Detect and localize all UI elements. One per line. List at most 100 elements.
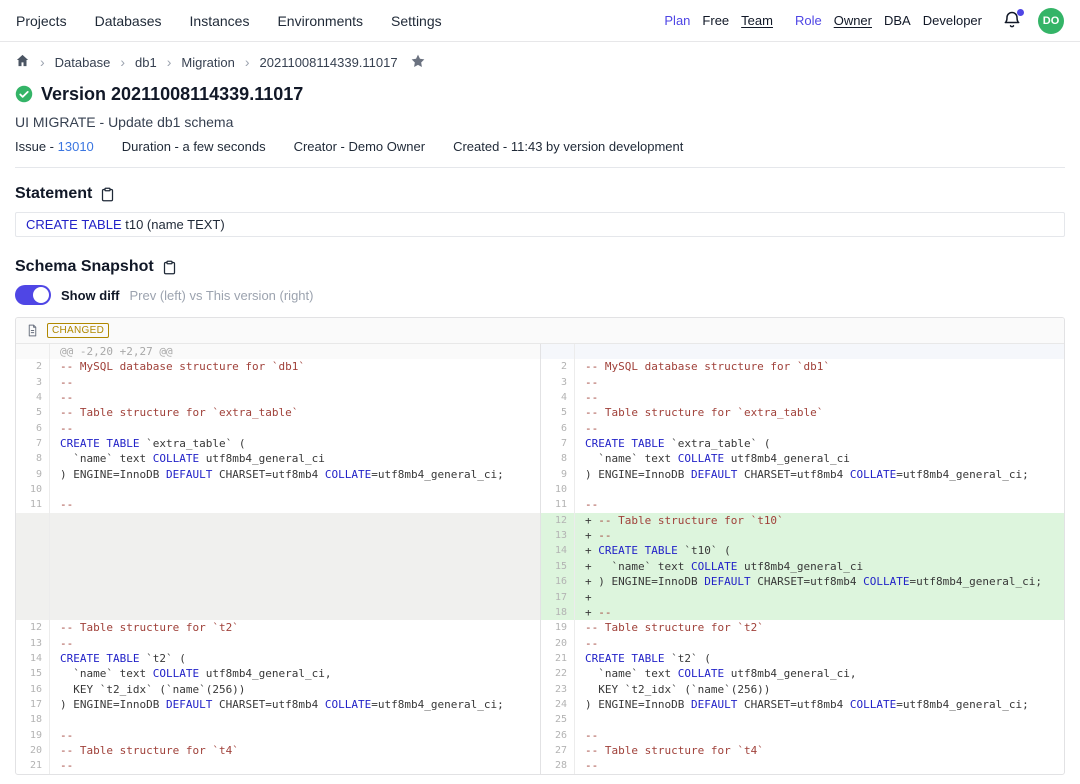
code-line: -- <box>575 375 1064 390</box>
avatar[interactable]: DO <box>1038 8 1064 34</box>
code-line: -- MySQL database structure for `db1` <box>575 359 1064 374</box>
line-number: 11 <box>16 497 50 512</box>
breadcrumb: ›Database›db1›Migration›20211008114339.1… <box>15 52 1065 72</box>
meta-item-3: Created - 11:43 by version development <box>453 139 683 155</box>
diff-row: 22 `name` text COLLATE utf8mb4_general_c… <box>541 666 1064 681</box>
diff-row: 26-- <box>541 728 1064 743</box>
plan-option-team[interactable]: Team <box>741 13 773 28</box>
role-option-owner[interactable]: Owner <box>834 13 872 28</box>
role-option-dba[interactable]: DBA <box>884 13 911 28</box>
line-number: 16 <box>16 682 50 697</box>
line-number: 24 <box>541 697 575 712</box>
diff-row <box>541 344 1064 359</box>
section-divider <box>15 167 1065 168</box>
diff-row: 25 <box>541 712 1064 727</box>
code-line: + ) ENGINE=InnoDB DEFAULT CHARSET=utf8mb… <box>575 574 1064 589</box>
nav-item-projects[interactable]: Projects <box>16 13 67 29</box>
diff-row: 23 KEY `t2_idx` (`name`(256)) <box>541 682 1064 697</box>
meta-item-0: Issue - 13010 <box>15 139 94 155</box>
plan-option-free[interactable]: Free <box>702 13 729 28</box>
line-number: 4 <box>541 390 575 405</box>
code-line: CREATE TABLE `extra_table` ( <box>575 436 1064 451</box>
copy-statement-icon[interactable] <box>100 187 115 202</box>
breadcrumb-item-db1[interactable]: db1 <box>135 55 157 70</box>
notification-bell-button[interactable] <box>1002 10 1024 32</box>
title-row: Version 20211008114339.11017 <box>15 82 1065 106</box>
code-line: `name` text COLLATE utf8mb4_general_ci <box>50 451 540 466</box>
line-number: 8 <box>16 451 50 466</box>
code-line: + `name` text COLLATE utf8mb4_general_ci <box>575 559 1064 574</box>
issue-link[interactable]: 13010 <box>58 139 94 154</box>
code-line: -- <box>575 497 1064 512</box>
line-number: 19 <box>541 620 575 635</box>
notification-dot <box>1017 9 1024 16</box>
nav-item-environments[interactable]: Environments <box>277 13 363 29</box>
diff-row: 6-- <box>541 421 1064 436</box>
diff-row: 7CREATE TABLE `extra_table` ( <box>16 436 540 451</box>
line-number: 14 <box>16 651 50 666</box>
diff-row: 21CREATE TABLE `t2` ( <box>541 651 1064 666</box>
diff-row: 18+ -- <box>541 605 1064 620</box>
diff-row <box>16 605 540 620</box>
line-number: 13 <box>541 528 575 543</box>
toggle-knob <box>33 287 49 303</box>
diff-pane-right: 2-- MySQL database structure for `db1`3-… <box>540 344 1064 774</box>
show-diff-toggle[interactable] <box>15 285 51 305</box>
code-line: KEY `t2_idx` (`name`(256)) <box>575 682 1064 697</box>
version-status-check-icon <box>15 85 33 103</box>
breadcrumb-separator: › <box>167 54 172 70</box>
line-number: 2 <box>541 359 575 374</box>
diff-row: 10 <box>16 482 540 497</box>
copy-snapshot-icon[interactable] <box>162 260 177 275</box>
nav-item-databases[interactable]: Databases <box>95 13 162 29</box>
favorite-star-icon[interactable] <box>408 53 426 72</box>
code-line: -- <box>50 497 540 512</box>
line-number: 21 <box>541 651 575 666</box>
nav-item-instances[interactable]: Instances <box>190 13 250 29</box>
diff-row: 13+ -- <box>541 528 1064 543</box>
line-number: 17 <box>16 697 50 712</box>
line-number: 27 <box>541 743 575 758</box>
breadcrumb-item-database[interactable]: Database <box>55 55 111 70</box>
line-number: 7 <box>541 436 575 451</box>
role-option-developer[interactable]: Developer <box>923 13 982 28</box>
line-number: 15 <box>16 666 50 681</box>
code-line: -- <box>50 421 540 436</box>
meta-item-1: Duration - a few seconds <box>122 139 266 155</box>
nav-right: Plan FreeTeam Role OwnerDBADeveloper DO <box>664 8 1064 34</box>
code-line: -- <box>50 728 540 743</box>
main-nav: Projects Databases Instances Environments Se… <box>16 13 442 29</box>
diff-row: 16 KEY `t2_idx` (`name`(256)) <box>16 682 540 697</box>
code-line <box>50 482 540 497</box>
breadcrumb-item-20211008114339.11017[interactable]: 20211008114339.11017 <box>260 55 398 70</box>
code-line: `name` text COLLATE utf8mb4_general_ci, <box>575 666 1064 681</box>
code-line <box>50 574 540 589</box>
diff-row: 17+ <box>541 590 1064 605</box>
code-line: KEY `t2_idx` (`name`(256)) <box>50 682 540 697</box>
statement-heading: Statement <box>15 185 92 203</box>
line-number: 2 <box>16 359 50 374</box>
diff-row: 15 `name` text COLLATE utf8mb4_general_c… <box>16 666 540 681</box>
diff-row: 17) ENGINE=InnoDB DEFAULT CHARSET=utf8mb… <box>16 697 540 712</box>
diff-row: 6-- <box>16 421 540 436</box>
line-number <box>16 605 50 620</box>
code-line <box>50 590 540 605</box>
breadcrumb-home-icon[interactable] <box>15 53 30 71</box>
code-line <box>575 344 1064 359</box>
breadcrumb-item-migration[interactable]: Migration <box>181 55 234 70</box>
top-navbar: Projects Databases Instances Environments Se… <box>0 0 1080 42</box>
line-number: 22 <box>541 666 575 681</box>
code-line: -- MySQL database structure for `db1` <box>50 359 540 374</box>
nav-item-settings[interactable]: Settings <box>391 13 442 29</box>
line-number: 4 <box>16 390 50 405</box>
snapshot-section-heading: Schema Snapshot <box>15 257 1065 277</box>
line-number: 23 <box>541 682 575 697</box>
diff-row: 19-- <box>16 728 540 743</box>
code-line <box>50 712 540 727</box>
diff-row: 7CREATE TABLE `extra_table` ( <box>541 436 1064 451</box>
code-line: + -- <box>575 528 1064 543</box>
diff-row <box>16 513 540 528</box>
code-line: -- <box>50 758 540 773</box>
code-line: ) ENGINE=InnoDB DEFAULT CHARSET=utf8mb4 … <box>575 467 1064 482</box>
line-number: 20 <box>541 636 575 651</box>
